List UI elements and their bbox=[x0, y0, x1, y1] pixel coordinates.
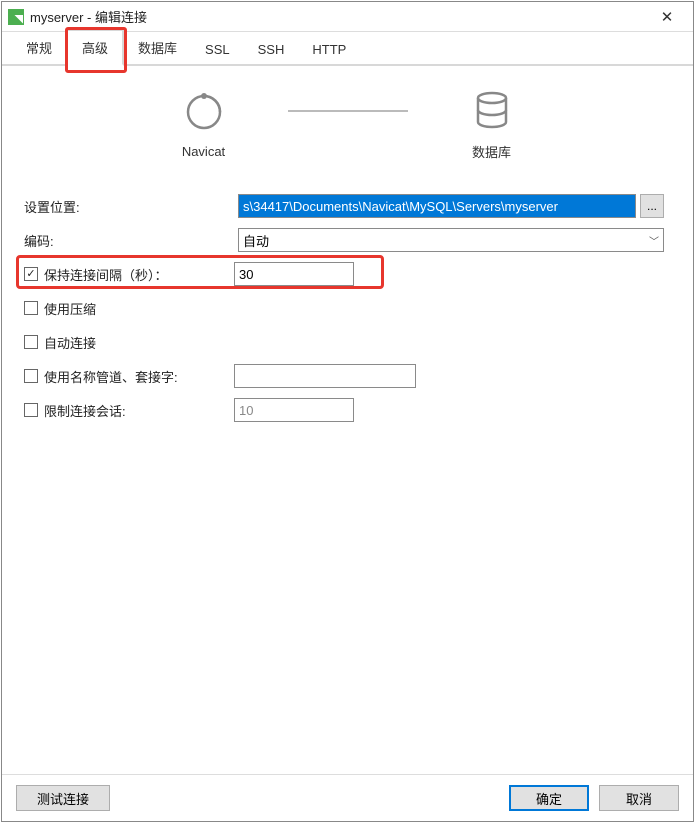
encoding-select[interactable]: 自动 ﹀ bbox=[238, 228, 664, 252]
browse-button[interactable]: ... bbox=[640, 194, 664, 218]
location-input[interactable] bbox=[238, 194, 636, 218]
window-title: myserver - 编辑连接 bbox=[30, 7, 647, 26]
location-label: 设置位置: bbox=[24, 197, 238, 216]
pipe-checkbox[interactable] bbox=[24, 369, 38, 383]
row-limit: 限制连接会话: bbox=[24, 395, 671, 425]
chevron-down-icon: ﹀ bbox=[649, 233, 659, 248]
diagram-navicat: Navicat bbox=[144, 88, 264, 159]
cancel-button[interactable]: 取消 bbox=[599, 785, 679, 811]
row-compress: 使用压缩 bbox=[24, 293, 671, 323]
diagram-database: 数据库 bbox=[432, 86, 552, 161]
tab-bar: 常规 高级 数据库 SSL SSH HTTP bbox=[2, 32, 693, 66]
pipe-label: 使用名称管道、套接字: bbox=[44, 367, 234, 386]
navicat-label: Navicat bbox=[182, 144, 225, 159]
tab-advanced[interactable]: 高级 bbox=[66, 29, 124, 66]
compress-checkbox[interactable] bbox=[24, 301, 38, 315]
database-icon bbox=[468, 86, 516, 134]
diagram-connector-line bbox=[288, 110, 408, 112]
titlebar: myserver - 编辑连接 ✕ bbox=[2, 2, 693, 32]
row-location: 设置位置: ... bbox=[24, 191, 671, 221]
pipe-input[interactable] bbox=[234, 364, 416, 388]
connection-diagram: Navicat 数据库 bbox=[24, 86, 671, 161]
close-button[interactable]: ✕ bbox=[647, 3, 687, 31]
form-area: 设置位置: ... 编码: 自动 ﹀ 保持连接间隔（秒）： 使用压缩 bbox=[24, 191, 671, 429]
autoconnect-label: 自动连接 bbox=[44, 333, 258, 352]
dialog-window: myserver - 编辑连接 ✕ 常规 高级 数据库 SSL SSH HTTP… bbox=[1, 1, 694, 822]
footer: 测试连接 确定 取消 bbox=[2, 774, 693, 821]
autoconnect-checkbox[interactable] bbox=[24, 335, 38, 349]
compress-label: 使用压缩 bbox=[44, 299, 258, 318]
close-icon: ✕ bbox=[661, 8, 674, 26]
limit-checkbox[interactable] bbox=[24, 403, 38, 417]
tab-ssh[interactable]: SSH bbox=[244, 35, 299, 64]
test-connection-button[interactable]: 测试连接 bbox=[16, 785, 110, 811]
row-pipe: 使用名称管道、套接字: bbox=[24, 361, 671, 391]
tab-content: Navicat 数据库 设置位置: ... 编码: 自动 ﹀ bbox=[2, 66, 693, 774]
keepalive-input[interactable] bbox=[234, 262, 354, 286]
ok-button[interactable]: 确定 bbox=[509, 785, 589, 811]
tab-general[interactable]: 常规 bbox=[12, 31, 66, 64]
tab-databases[interactable]: 数据库 bbox=[124, 31, 191, 64]
keepalive-label: 保持连接间隔（秒）： bbox=[44, 265, 234, 284]
row-keepalive: 保持连接间隔（秒）： bbox=[24, 259, 671, 289]
limit-label: 限制连接会话: bbox=[44, 401, 234, 420]
row-encoding: 编码: 自动 ﹀ bbox=[24, 225, 671, 255]
keepalive-checkbox[interactable] bbox=[24, 267, 38, 281]
navicat-icon bbox=[180, 88, 228, 136]
tab-http[interactable]: HTTP bbox=[298, 35, 360, 64]
row-autoconnect: 自动连接 bbox=[24, 327, 671, 357]
database-label: 数据库 bbox=[472, 142, 511, 161]
encoding-value: 自动 bbox=[243, 231, 269, 250]
encoding-label: 编码: bbox=[24, 231, 238, 250]
tab-ssl[interactable]: SSL bbox=[191, 35, 244, 64]
limit-input[interactable] bbox=[234, 398, 354, 422]
app-icon bbox=[8, 9, 24, 25]
